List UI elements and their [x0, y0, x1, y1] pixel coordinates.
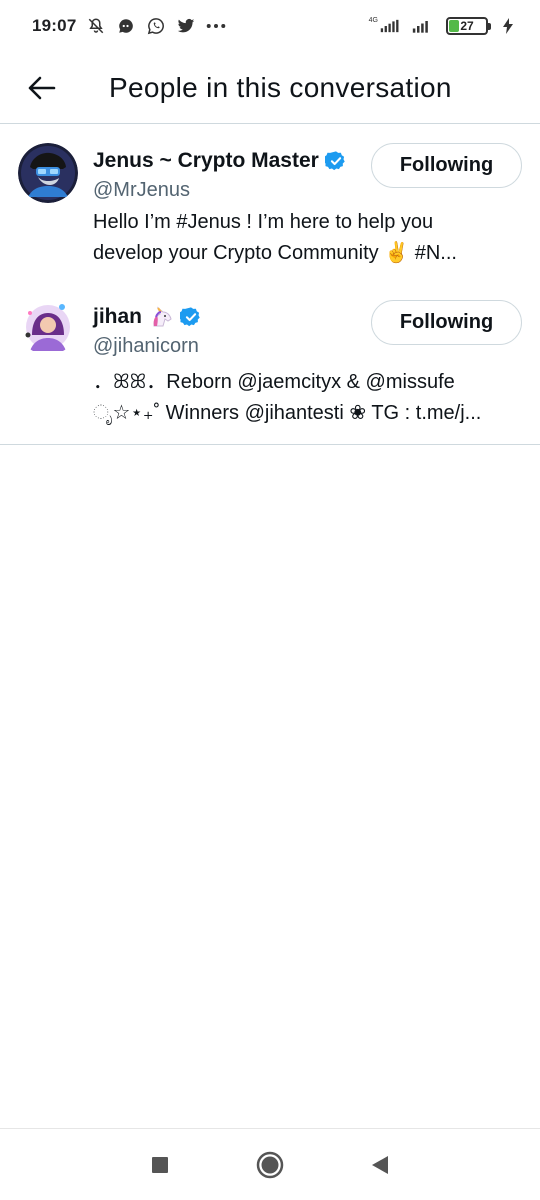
top-app-bar: People in this conversation: [0, 52, 540, 124]
verified-badge-icon: [324, 150, 347, 172]
avatar[interactable]: [18, 295, 78, 355]
screen: 19:07 4G 27 People in this conversation …: [0, 0, 540, 1200]
back-nav-button[interactable]: [325, 1129, 435, 1200]
status-bar: 19:07 4G 27: [0, 0, 540, 52]
more-icon: [206, 16, 226, 36]
battery-icon: 27: [446, 17, 491, 35]
back-button[interactable]: [17, 63, 67, 113]
bio-line: Hello I’m #Jenus ! I’m here to help you: [93, 211, 434, 233]
home-button[interactable]: [215, 1129, 325, 1200]
verified-badge-icon: [180, 306, 202, 328]
chat-icon: [116, 16, 136, 36]
person-bio: Hello I’m #Jenus ! I’m here to help you …: [93, 207, 523, 269]
following-button[interactable]: Following: [371, 300, 522, 345]
status-right: 4G 27: [369, 16, 518, 36]
back-triangle-icon: [372, 1155, 388, 1174]
divider: [0, 444, 540, 445]
status-time: 19:07: [32, 16, 77, 35]
person-name[interactable]: jihan: [93, 305, 142, 329]
signal-icon-2: [412, 16, 432, 36]
signal-icon: [380, 16, 400, 36]
following-button[interactable]: Following: [371, 143, 522, 188]
whatsapp-icon: [146, 16, 166, 36]
battery-level: 27: [460, 19, 474, 33]
recent-apps-button[interactable]: [105, 1129, 215, 1200]
home-icon: [256, 1151, 284, 1178]
unicorn-icon: [148, 304, 174, 330]
people-list: Jenus ~ Crypto Master @MrJenus Hello I’m…: [0, 125, 540, 445]
network-label: 4G: [368, 16, 378, 24]
bio-line: ೃ☆⋆₊˚ Winners @jihantesti ❀ TG : t.me/j.…: [93, 402, 482, 424]
person-bio: ．ꕤꕤ．Reborn @jaemcityx & @missufe ೃ☆⋆₊˚ W…: [93, 367, 523, 429]
avatar[interactable]: [18, 143, 78, 203]
arrow-left-icon: [28, 76, 56, 99]
list-item[interactable]: jihan @jihanicorn ．ꕤꕤ．Reborn @jaemcityx …: [0, 281, 540, 445]
status-left: 19:07: [32, 16, 226, 36]
notification-muted-icon: [86, 16, 106, 36]
bio-line: ．ꕤꕤ．Reborn @jaemcityx & @missufe: [93, 371, 455, 393]
list-item[interactable]: Jenus ~ Crypto Master @MrJenus Hello I’m…: [0, 125, 540, 281]
bio-line: develop your Crypto Community ✌️ #N...: [93, 242, 457, 264]
system-nav-bar: [0, 1128, 540, 1200]
recent-apps-icon: [152, 1156, 168, 1173]
person-name[interactable]: Jenus ~ Crypto Master: [93, 149, 319, 173]
charging-icon: [498, 16, 518, 36]
page-title: People in this conversation: [109, 71, 452, 103]
twitter-icon: [176, 16, 196, 36]
